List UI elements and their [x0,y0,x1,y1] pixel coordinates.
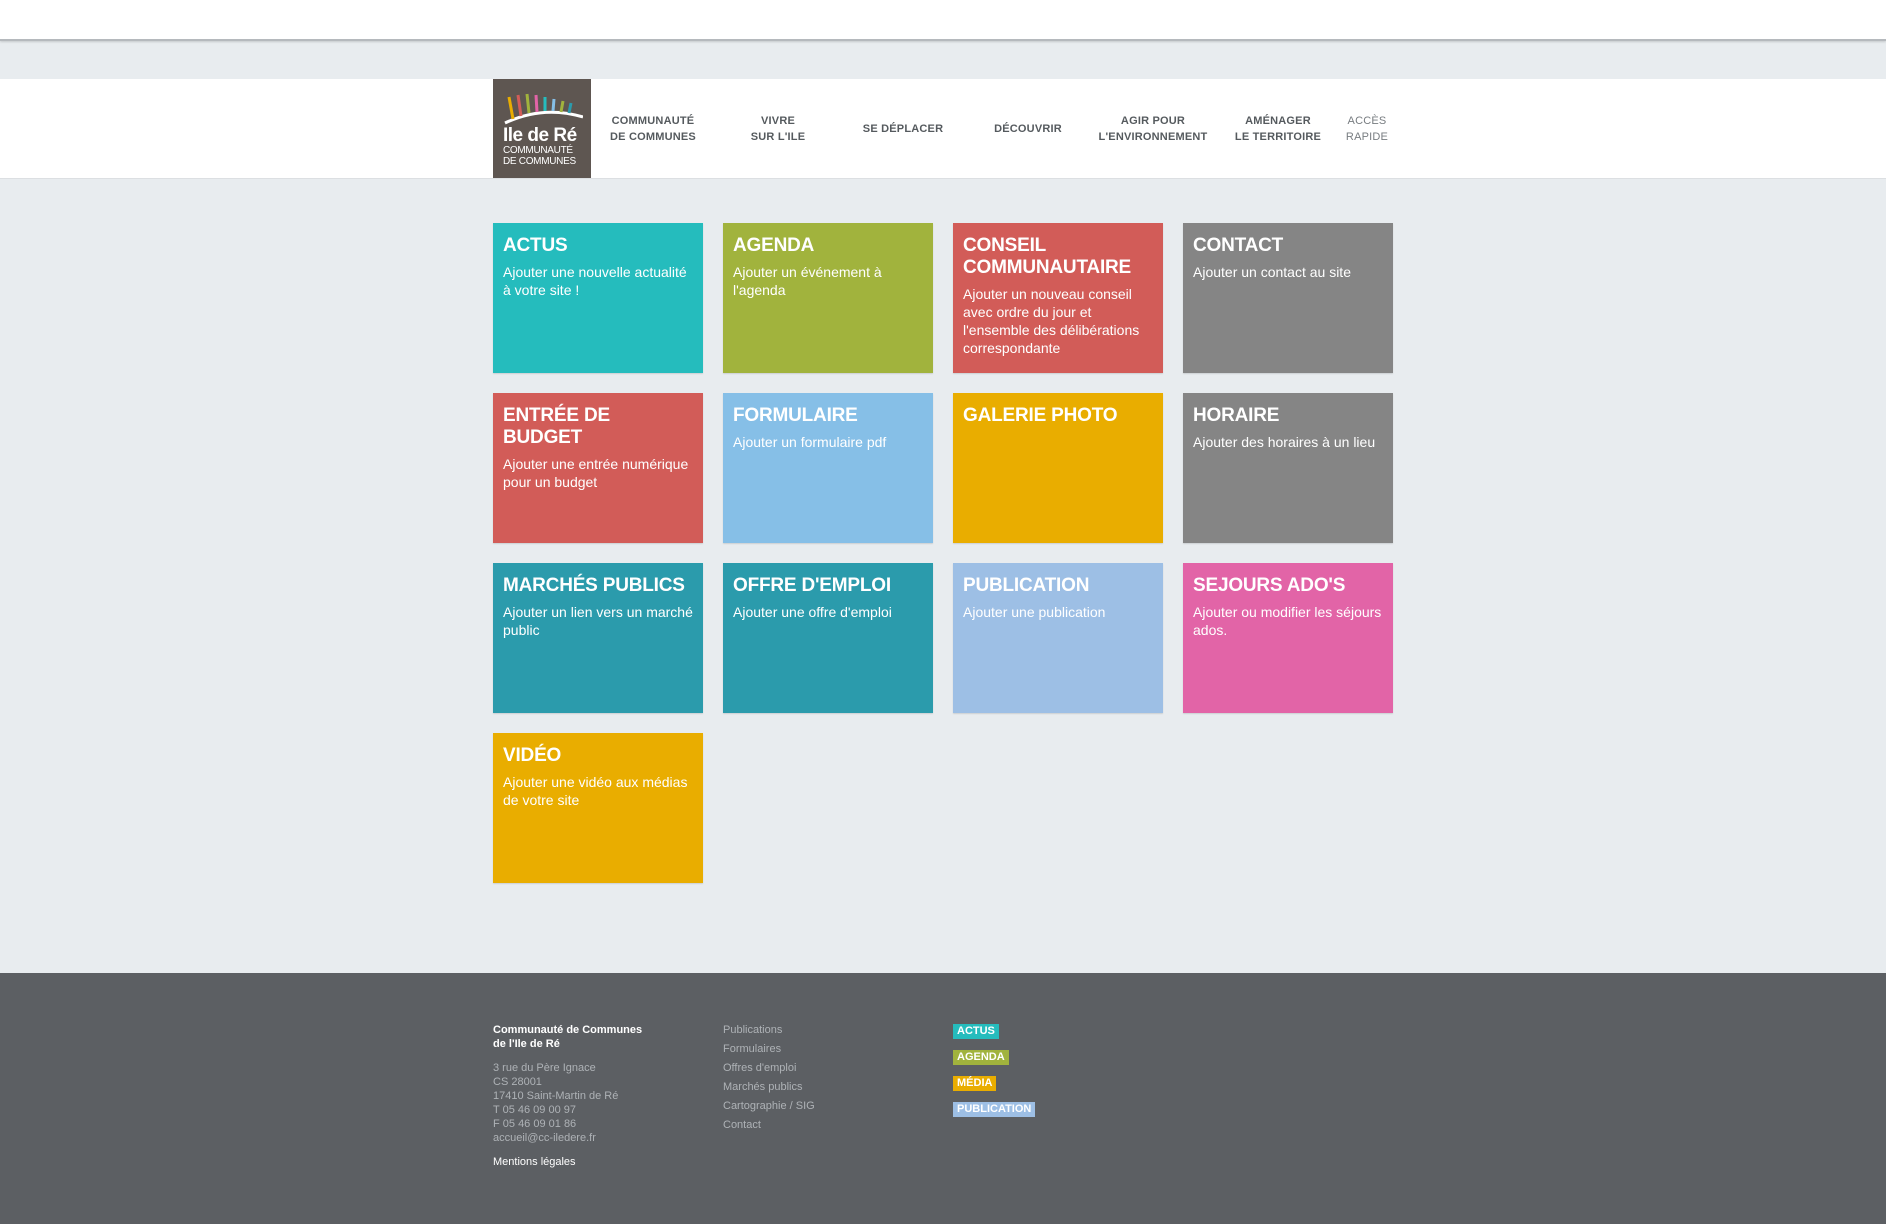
tile-title: PUBLICATION [963,575,1090,596]
tile-marches-publics[interactable]: MARCHÉS PUBLICS Ajouter un lien vers un … [493,563,703,713]
tile-description: Ajouter un formulaire pdf [733,434,887,450]
tile-conseil-communautaire[interactable]: CONSEIL COMMUNAUTAIRE Ajouter un nouveau… [953,223,1163,373]
tile-title: AGENDA [733,235,815,256]
tile-description: Ajouter une nouvelle actualité à votre s… [503,264,687,298]
nav-communaute-de-communes[interactable]: COMMUNAUTÉ DE COMMUNES [598,79,708,178]
tile-title: HORAIRE [1193,405,1280,426]
tile-description: Ajouter une vidéo aux médias de votre si… [503,774,688,808]
tile-description: Ajouter un lien vers un marché public [503,604,693,638]
logo-subtitle-line2: DE COMMUNES [503,156,576,167]
tile-description: Ajouter un contact au site [1193,264,1351,280]
footer-email-link[interactable]: accueil@cc-iledere.fr [493,1131,693,1145]
tile-title: ACTUS [503,235,568,256]
tile-offre-d-emploi[interactable]: OFFRE D'EMPLOI Ajouter une offre d'emplo… [723,563,933,713]
tile-description: Ajouter des horaires à un lieu [1193,434,1376,450]
footer-address-line: CS 28001 [493,1076,542,1088]
footer-badge-publication[interactable]: PUBLICATION [953,1102,1036,1117]
logo-name: Ile de Ré [503,125,577,146]
tile-description: Ajouter un nouveau conseil avec ordre du… [963,286,1140,356]
footer-link-cartographie-sig[interactable]: Cartographie / SIG [723,1097,923,1116]
tile-description: Ajouter une publication [963,604,1106,620]
footer-links: Publications Formulaires Offres d'emploi… [723,1021,923,1135]
footer-badge-media[interactable]: MÉDIA [953,1076,997,1091]
tile-title: FORMULAIRE [733,405,858,426]
tile-publication[interactable]: PUBLICATION Ajouter une publication [953,563,1163,713]
tile-title: OFFRE D'EMPLOI [733,575,891,596]
footer-address-line: 3 rue du Père Ignace [493,1062,596,1074]
logo-bars-icon [504,93,583,125]
logo-subtitle: COMMUNAUTÉ DE COMMUNES [503,145,576,167]
footer-fax: F 05 46 09 01 86 [493,1118,577,1130]
logo-subtitle-line1: COMMUNAUTÉ [503,145,573,156]
tile-title: VIDÉO [503,745,562,766]
tile-title: CONTACT [1193,235,1284,256]
footer-link-contact[interactable]: Contact [723,1116,923,1135]
footer-badge-actus[interactable]: ACTUS [953,1024,999,1039]
tile-sejours-ados[interactable]: SEJOURS ADO'S Ajouter ou modifier les sé… [1183,563,1393,713]
tile-entree-de-budget[interactable]: ENTRÉE DE BUDGET Ajouter une entrée numé… [493,393,703,543]
tile-title: SEJOURS ADO'S [1193,575,1346,596]
footer-link-marches-publics[interactable]: Marchés publics [723,1078,923,1097]
tile-description: Ajouter ou modifier les séjours ados. [1193,604,1382,638]
browser-top-bar [0,0,1886,41]
nav-amenager-le-territoire[interactable]: AMÉNAGER LE TERRITOIRE [1223,79,1333,178]
tile-title: MARCHÉS PUBLICS [503,575,685,596]
footer-address: 3 rue du Père Ignace CS 28001 17410 Sain… [493,1061,693,1145]
footer-mentions-legales-link[interactable]: Mentions légales [493,1155,693,1169]
nav-se-deplacer[interactable]: SE DÉPLACER [848,79,958,178]
tile-horaire[interactable]: HORAIRE Ajouter des horaires à un lieu [1183,393,1393,543]
tile-title: CONSEIL COMMUNAUTAIRE [963,235,1132,278]
nav-agir-pour-l-environnement[interactable]: AGIR POUR L'ENVIRONNEMENT [1093,79,1213,178]
footer-address-line: 17410 Saint-Martin de Ré [493,1090,619,1102]
footer-phone: T 05 46 09 00 97 [493,1104,576,1116]
tile-description: Ajouter une offre d'emploi [733,604,892,620]
tile-title: GALERIE PHOTO [963,405,1118,426]
footer-org-line2: de l'Ile de Ré [493,1038,560,1050]
nav-acces-rapide[interactable]: ACCÈS RAPIDE [1338,79,1396,178]
tile-description: Ajouter un événement à l'agenda [733,264,882,298]
site-logo[interactable]: Ile de Ré COMMUNAUTÉ DE COMMUNES [493,79,591,178]
footer-badge-agenda[interactable]: AGENDA [953,1050,1009,1065]
tile-actus[interactable]: ACTUS Ajouter une nouvelle actualité à v… [493,223,703,373]
site-header: Ile de Ré COMMUNAUTÉ DE COMMUNES COMMUNA… [0,79,1886,179]
nav-decouvrir[interactable]: DÉCOUVRIR [968,79,1088,178]
tile-title: ENTRÉE DE BUDGET [503,405,610,448]
tile-galerie-photo[interactable]: GALERIE PHOTO [953,393,1163,543]
tile-description: Ajouter une entrée numérique pour un bud… [503,456,689,490]
site-footer: Communauté de Communes de l'Ile de Ré 3 … [0,973,1886,1224]
tile-formulaire[interactable]: FORMULAIRE Ajouter un formulaire pdf [723,393,933,543]
footer-org-name: Communauté de Communes de l'Ile de Ré [493,1023,693,1051]
footer-org-line1: Communauté de Communes [493,1024,643,1036]
footer-link-formulaires[interactable]: Formulaires [723,1040,923,1059]
tile-contact[interactable]: CONTACT Ajouter un contact au site [1183,223,1393,373]
tile-video[interactable]: VIDÉO Ajouter une vidéo aux médias de vo… [493,733,703,883]
footer-link-offres-d-emploi[interactable]: Offres d'emploi [723,1059,923,1078]
footer-contact-block: Communauté de Communes de l'Ile de Ré 3 … [493,1023,693,1169]
footer-link-publications[interactable]: Publications [723,1021,923,1040]
tile-agenda[interactable]: AGENDA Ajouter un événement à l'agenda [723,223,933,373]
nav-vivre-sur-l-ile[interactable]: VIVRE SUR L'ILE [718,79,838,178]
